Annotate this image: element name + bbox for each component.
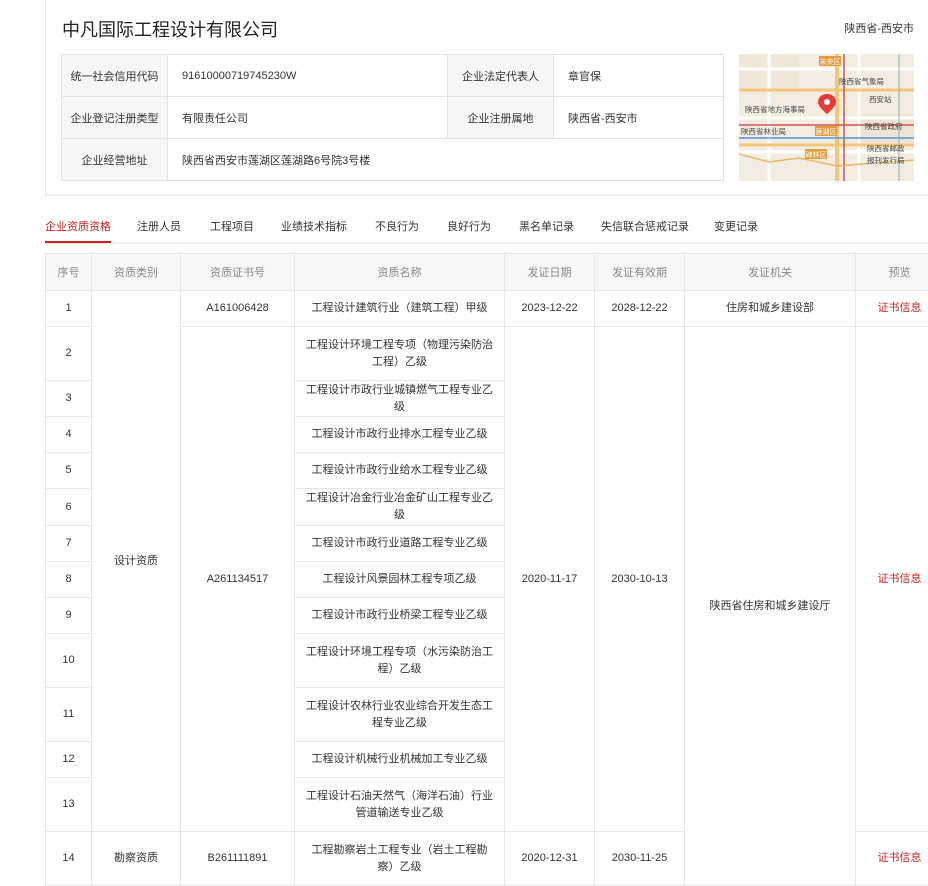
info-row: 企业经营地址 陕西省西安市莲湖区莲湖路6号院3号楼: [62, 139, 724, 181]
qualification-name: 工程勘察岩土工程专业（岩土工程勘察）乙级: [295, 832, 505, 886]
info-row: 统一社会信用代码 91610000719745230W 企业法定代表人 章官保: [62, 55, 724, 97]
qualification-name: 工程设计建筑行业（建筑工程）甲级: [295, 291, 505, 327]
row-no: 4: [46, 417, 92, 453]
row-no: 2: [46, 327, 92, 381]
category-survey: 勘察资质: [92, 832, 181, 886]
table-header-row: 序号 资质类别 资质证书号 资质名称 发证日期 发证有效期 发证机关 预览: [46, 254, 928, 291]
reg-type-label: 企业登记注册类型: [62, 97, 168, 139]
company-location: 陕西省-西安市: [844, 20, 914, 36]
tab-good-behavior[interactable]: 良好行为: [447, 219, 491, 241]
cert-no: B261111891: [181, 832, 295, 886]
header-cert-no: 资质证书号: [181, 254, 295, 291]
tabs-divider: [45, 243, 928, 244]
row-no: 5: [46, 453, 92, 489]
tab-bad-behavior[interactable]: 不良行为: [375, 219, 419, 241]
section-tabs: 企业资质资格 注册人员 工程项目 业绩技术指标 不良行为 良好行为 黑名单记录 …: [45, 219, 928, 243]
header-no: 序号: [46, 254, 92, 291]
expire-date: 2028-12-22: [595, 291, 685, 327]
address-value: 陕西省西安市莲湖区莲湖路6号院3号楼: [168, 139, 724, 181]
company-name: 中凡国际工程设计有限公司: [62, 16, 278, 42]
credit-code-value: 91610000719745230W: [168, 55, 448, 97]
qualification-table: 序号 资质类别 资质证书号 资质名称 发证日期 发证有效期 发证机关 预览 1 …: [45, 253, 928, 886]
authority: 住房和城乡建设部: [685, 291, 856, 327]
location-map[interactable]: 未央区 陕西省气象局 陕西省地方海事局 西安站 陕西省林业局 莲湖区 陕西省政府…: [739, 54, 914, 181]
qualification-name: 工程设计市政行业给水工程专业乙级: [295, 453, 505, 489]
map-label-newspaper: 报刊发行局: [867, 155, 905, 165]
row-no: 7: [46, 526, 92, 562]
qualification-name: 工程设计市政行业道路工程专业乙级: [295, 526, 505, 562]
map-label-govt: 陕西省政府: [865, 121, 903, 131]
qualification-name: 工程设计市政行业排水工程专业乙级: [295, 417, 505, 453]
cert-info-link[interactable]: 证书信息: [856, 327, 928, 832]
cert-info-link[interactable]: 证书信息: [856, 291, 928, 327]
legal-rep-label: 企业法定代表人: [448, 55, 554, 97]
header-category: 资质类别: [92, 254, 181, 291]
issue-date: 2020-12-31: [505, 832, 595, 886]
tab-blacklist[interactable]: 黑名单记录: [519, 219, 574, 241]
category-design: 设计资质: [92, 291, 181, 832]
map-label-post: 陕西省邮政: [867, 143, 905, 153]
row-no: 3: [46, 381, 92, 417]
row-no: 12: [46, 742, 92, 778]
issue-date: 2020-11-17: [505, 327, 595, 832]
cert-no: A261134517: [181, 327, 295, 832]
map-label-forestry: 陕西省林业局: [741, 126, 786, 136]
map-graphic: 未央区 陕西省气象局 陕西省地方海事局 西安站 陕西省林业局 莲湖区 陕西省政府…: [739, 54, 914, 181]
reg-place-value: 陕西省-西安市: [554, 97, 724, 139]
company-info-table: 统一社会信用代码 91610000719745230W 企业法定代表人 章官保 …: [61, 54, 724, 181]
row-no: 11: [46, 688, 92, 742]
reg-place-label: 企业注册属地: [448, 97, 554, 139]
tab-joint-punishment[interactable]: 失信联合惩戒记录: [601, 219, 689, 241]
tab-change-records[interactable]: 变更记录: [714, 219, 758, 241]
row-no: 8: [46, 562, 92, 598]
row-no: 1: [46, 291, 92, 327]
authority: 陕西省住房和城乡建设厅: [685, 327, 856, 886]
reg-type-value: 有限责任公司: [168, 97, 448, 139]
row-no: 9: [46, 598, 92, 634]
qualification-name: 工程设计环境工程专项（物理污染防治工程）乙级: [295, 327, 505, 381]
map-label-weiyang: 未央区: [820, 57, 841, 66]
map-label-weather: 陕西省气象局: [839, 76, 884, 86]
header-issue-date: 发证日期: [505, 254, 595, 291]
qualification-name: 工程设计市政行业城镇燃气工程专业乙级: [295, 381, 505, 417]
header-expire: 发证有效期: [595, 254, 685, 291]
header-name: 资质名称: [295, 254, 505, 291]
qualification-name: 工程设计冶金行业冶金矿山工程专业乙级: [295, 489, 505, 526]
issue-date: 2023-12-22: [505, 291, 595, 327]
info-row: 企业登记注册类型 有限责任公司 企业注册属地 陕西省-西安市: [62, 97, 724, 139]
qualification-name: 工程设计农林行业农业综合开发生态工程专业乙级: [295, 688, 505, 742]
expire-date: 2030-11-25: [595, 832, 685, 886]
qualification-name: 工程设计环境工程专项（水污染防治工程）乙级: [295, 634, 505, 688]
qualification-name: 工程设计机械行业机械加工专业乙级: [295, 742, 505, 778]
tab-performance[interactable]: 业绩技术指标: [281, 219, 347, 241]
expire-date: 2030-10-13: [595, 327, 685, 832]
map-label-maritime: 陕西省地方海事局: [745, 104, 805, 114]
row-no: 10: [46, 634, 92, 688]
qualification-name: 工程设计市政行业桥梁工程专业乙级: [295, 598, 505, 634]
tab-registered-personnel[interactable]: 注册人员: [137, 219, 181, 241]
legal-rep-value: 章官保: [554, 55, 724, 97]
cert-no: A161006428: [181, 291, 295, 327]
row-no: 13: [46, 778, 92, 832]
map-label-station: 西安站: [869, 94, 892, 104]
map-label-lianhu: 莲湖区: [816, 127, 837, 136]
table-row: 1 设计资质 A161006428 工程设计建筑行业（建筑工程）甲级 2023-…: [46, 291, 928, 327]
header-preview: 预览: [856, 254, 928, 291]
row-no: 14: [46, 832, 92, 886]
address-label: 企业经营地址: [62, 139, 168, 181]
tab-projects[interactable]: 工程项目: [210, 219, 254, 241]
map-label-beilin: 碑林区: [806, 150, 827, 159]
row-no: 6: [46, 489, 92, 526]
credit-code-label: 统一社会信用代码: [62, 55, 168, 97]
tab-qualification[interactable]: 企业资质资格: [45, 219, 111, 243]
header-authority: 发证机关: [685, 254, 856, 291]
qualification-name: 工程设计风景园林工程专项乙级: [295, 562, 505, 598]
cert-info-link[interactable]: 证书信息: [856, 832, 928, 886]
qualification-name: 工程设计石油天然气（海洋石油）行业管道输送专业乙级: [295, 778, 505, 832]
